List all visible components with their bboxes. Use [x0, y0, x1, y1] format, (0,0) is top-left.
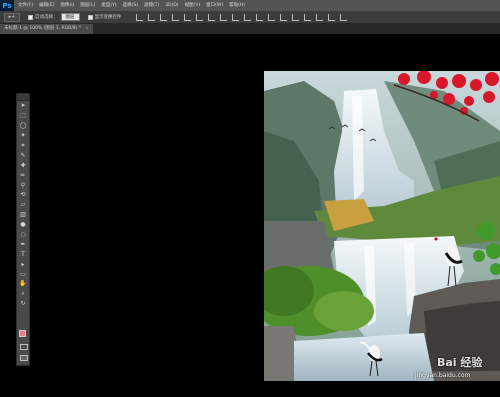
screen-mode-icon[interactable] [20, 355, 28, 361]
auto-select-dropdown[interactable]: 图层 [60, 13, 80, 21]
distribute-left-icon[interactable] [243, 13, 251, 21]
3d-slide-icon[interactable] [327, 13, 335, 21]
dodge-icon[interactable]: ○ [17, 230, 29, 240]
shape-icon[interactable]: ▭ [17, 269, 29, 279]
show-transform-checkbox[interactable] [87, 14, 93, 20]
align-right-icon[interactable] [195, 13, 203, 21]
menu-item[interactable]: 编辑(E) [39, 0, 54, 11]
tools-panel-header[interactable] [17, 94, 29, 101]
document-tab-label: 未标题-1 @ 100% (图层 1, RGB/8) * [4, 26, 82, 31]
distribute-hcenter-icon[interactable] [255, 13, 263, 21]
quick-select-icon[interactable]: ✦ [17, 131, 29, 141]
menu-item[interactable]: 窗口(W) [206, 0, 223, 11]
quick-mask-icon[interactable] [20, 344, 28, 350]
type-icon[interactable]: T [17, 249, 29, 259]
align-top-icon[interactable] [135, 13, 143, 21]
photoshop-window: Ps 文件(F) 编辑(E) 图像(I) 图层(L) 类型(Y) 选择(S) 滤镜(T) 3D… [0, 0, 500, 397]
3d-scale-icon[interactable] [339, 13, 347, 21]
path-select-icon[interactable]: ▸ [17, 259, 29, 269]
healing-icon[interactable]: ✚ [17, 160, 29, 170]
hand-icon[interactable]: ✋ [17, 279, 29, 289]
align-controls [135, 13, 352, 21]
marquee-icon[interactable]: ⬚ [17, 111, 29, 121]
ps-logo: Ps [0, 0, 14, 11]
distribute-bottom-icon[interactable] [231, 13, 239, 21]
options-bar: ▸+ 自动选择： 图层 显示变换控件 [0, 11, 500, 24]
document-tab-bar: 未标题-1 @ 100% (图层 1, RGB/8) * × [0, 24, 500, 34]
menu-item[interactable]: 类型(Y) [101, 0, 116, 11]
menu-item[interactable]: 帮助(H) [229, 0, 245, 11]
3d-rotate-icon[interactable] [291, 13, 299, 21]
clone-stamp-icon[interactable]: ⚲ [17, 180, 29, 190]
3d-roll-icon[interactable] [303, 13, 311, 21]
menu-item[interactable]: 选择(S) [123, 0, 138, 11]
crop-icon[interactable]: ⌗ [17, 141, 29, 151]
tool-preset-picker[interactable]: ▸+ [4, 12, 20, 22]
menu-item[interactable]: 3D(D) [165, 0, 178, 11]
watermark-url: jingyan.baidu.com [415, 372, 471, 379]
menu-items: 文件(F) 编辑(E) 图像(I) 图层(L) 类型(Y) 选择(S) 滤镜(T) 3D(D)… [18, 0, 251, 11]
tool-list: ➤ ⬚ ◯ ✦ ⌗ ✎ ✚ ✏ ⚲ ⟲ ▱ ▥ ● ○ ✒ T ▸ ▭ ✋ ⌕ ↻ [17, 101, 29, 309]
tools-panel: ➤ ⬚ ◯ ✦ ⌗ ✎ ✚ ✏ ⚲ ⟲ ▱ ▥ ● ○ ✒ T ▸ ▭ ✋ ⌕ ↻ [16, 93, 30, 366]
3d-pan-icon[interactable] [315, 13, 323, 21]
show-transform-label: 显示变换控件 [94, 15, 122, 20]
distribute-vcenter-icon[interactable] [219, 13, 227, 21]
menu-item[interactable]: 图层(L) [80, 0, 95, 11]
align-bottom-icon[interactable] [159, 13, 167, 21]
waterfall-image [264, 71, 500, 381]
document-tab[interactable]: 未标题-1 @ 100% (图层 1, RGB/8) * × [0, 24, 93, 34]
menu-item[interactable]: 图像(I) [60, 0, 74, 11]
pen-icon[interactable]: ✒ [17, 239, 29, 249]
eyedropper-icon[interactable]: ✎ [17, 150, 29, 160]
move-icon[interactable]: ➤ [17, 101, 29, 111]
menu-item[interactable]: 滤镜(T) [144, 0, 159, 11]
rotate-icon[interactable]: ↻ [17, 299, 29, 309]
align-vcenter-icon[interactable] [147, 13, 155, 21]
foreground-color-swatch[interactable] [19, 330, 26, 337]
align-hcenter-icon[interactable] [183, 13, 191, 21]
auto-select-checkbox[interactable] [28, 14, 33, 20]
document-canvas[interactable] [264, 71, 500, 381]
brush-icon[interactable]: ✏ [17, 170, 29, 180]
watermark-logo: Bai 经验 [437, 356, 483, 369]
eraser-icon[interactable]: ▱ [17, 200, 29, 210]
3d-mode-icon[interactable] [279, 13, 287, 21]
align-left-icon[interactable] [171, 13, 179, 21]
auto-select-label: 自动选择： [35, 15, 58, 20]
menu-item[interactable]: 文件(F) [18, 0, 33, 11]
menu-bar: Ps 文件(F) 编辑(E) 图像(I) 图层(L) 类型(Y) 选择(S) 滤镜(T) 3D… [0, 0, 500, 11]
history-brush-icon[interactable]: ⟲ [17, 190, 29, 200]
close-tab-icon[interactable]: × [85, 26, 89, 31]
lasso-icon[interactable]: ◯ [17, 121, 29, 131]
distribute-right-icon[interactable] [267, 13, 275, 21]
gradient-icon[interactable]: ▥ [17, 210, 29, 220]
blur-icon[interactable]: ● [17, 220, 29, 230]
menu-item[interactable]: 视图(V) [185, 0, 201, 11]
distribute-top-icon[interactable] [207, 13, 215, 21]
zoom-icon[interactable]: ⌕ [17, 289, 29, 299]
